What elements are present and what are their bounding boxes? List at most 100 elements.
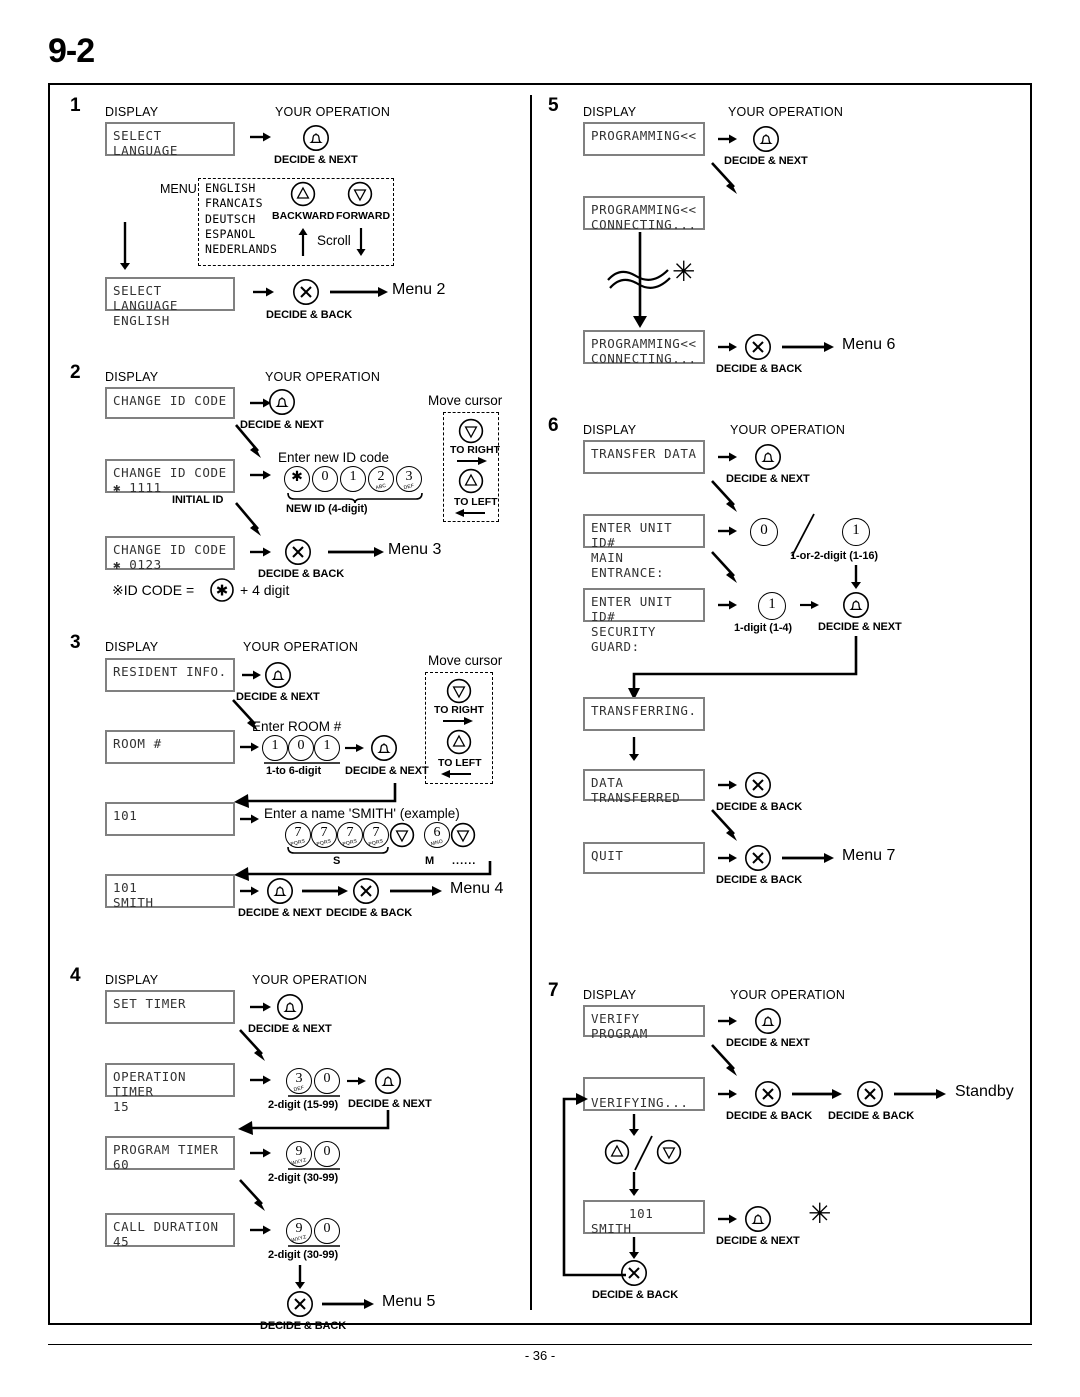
loop-connector-4 <box>628 636 858 700</box>
bell-key-11[interactable] <box>754 1007 782 1035</box>
cursor-left-key-2[interactable] <box>458 468 484 494</box>
verify-down-key[interactable] <box>656 1139 682 1165</box>
prog-timer-brace-label: 2-digit (30-99) <box>268 1172 339 1184</box>
bell-key-1[interactable] <box>302 124 330 152</box>
key-3[interactable]: 3 DEF <box>396 466 422 492</box>
name-key-6[interactable]: 6 MNO <box>424 822 450 848</box>
back-key-5[interactable] <box>744 333 772 361</box>
step-7-number: 7 <box>548 980 559 1001</box>
step-2-move-cursor-label: Move cursor <box>428 393 503 408</box>
call-dur-brace-label: 2-digit (30-99) <box>268 1249 339 1261</box>
arrow-to-standby-icon <box>894 1089 946 1099</box>
guard-key-1[interactable]: 1 <box>758 592 786 620</box>
name-key-7c[interactable]: 7 PQRS <box>337 822 363 848</box>
step-4-operation-header: YOUR OPERATION <box>252 973 368 987</box>
key-asterisk[interactable]: ✱ <box>284 466 310 492</box>
backward-key[interactable] <box>290 181 316 207</box>
key-2[interactable]: 2 ABC <box>368 466 394 492</box>
back-key-9[interactable] <box>856 1080 884 1108</box>
lcd-room-101: 101 <box>105 802 235 836</box>
step-2-number: 2 <box>70 362 81 383</box>
arrow-right-icon <box>718 1089 737 1099</box>
lcd-call-duration: CALL DURATION 45 <box>105 1213 235 1249</box>
diagonal-arrow-icon <box>239 1029 265 1061</box>
bell-key-8[interactable] <box>752 125 780 153</box>
step-1-next-menu: Menu 2 <box>392 281 446 298</box>
arrow-right-icon <box>718 853 737 863</box>
bell-key-4[interactable] <box>370 734 398 762</box>
x-circle-icon <box>285 539 311 565</box>
unit-key-1[interactable]: 1 <box>842 518 870 546</box>
name-key-7d[interactable]: 7 PQRS <box>363 822 389 848</box>
bell-key-10[interactable] <box>842 591 870 619</box>
triangle-down-icon <box>656 1139 682 1165</box>
prog-timer-key-9[interactable]: 9 WXYZ <box>286 1141 312 1167</box>
unit-id-digit-label: 1-or-2-digit (1-16) <box>790 550 878 562</box>
bell-key-7[interactable] <box>374 1067 402 1095</box>
back-key-1[interactable] <box>292 278 320 306</box>
step-2-operation-header: YOUR OPERATION <box>265 370 381 384</box>
menu-option-english[interactable]: ENGLISH <box>205 181 277 196</box>
x-circle-icon <box>293 279 319 305</box>
lcd-data-transferred: DATA TRANSFERRED <box>583 769 705 805</box>
arrow-right-icon <box>718 526 737 536</box>
name-key-7b[interactable]: 7 PQRS <box>311 822 337 848</box>
cursor-right-key-2[interactable] <box>458 418 484 444</box>
menu-option-espanol[interactable]: ESPANOL <box>205 227 277 242</box>
step-5-next-menu: Menu 6 <box>842 336 896 353</box>
section-number: 9-2 <box>48 32 95 70</box>
room-key-0[interactable]: 0 <box>288 735 314 761</box>
cursor-left-key-3[interactable] <box>446 729 472 755</box>
step-7-decide-back-label-2: DECIDE & BACK <box>828 1110 915 1122</box>
enter-room-label: Enter ROOM # <box>252 719 342 734</box>
name-key-7a[interactable]: 7 PQRS <box>285 822 311 848</box>
name-key-down-1[interactable] <box>389 822 415 848</box>
arrow-right-icon <box>792 1089 842 1099</box>
bell-key-2[interactable] <box>268 388 296 416</box>
bell-key-3[interactable] <box>264 661 292 689</box>
op-timer-key-3[interactable]: 3 DEF <box>286 1068 312 1094</box>
back-key-2[interactable] <box>284 538 312 566</box>
step-1-display-header: DISPLAY <box>105 105 159 119</box>
prog-timer-key-0[interactable]: 0 <box>314 1141 340 1167</box>
step-5-decide-back-label: DECIDE & BACK <box>716 363 803 375</box>
step-1-decide-back-label: DECIDE & BACK <box>266 309 353 321</box>
new-id-brace-label: NEW ID (4-digit) <box>286 503 368 515</box>
back-key-7[interactable] <box>744 844 772 872</box>
call-dur-key-9[interactable]: 9 WXYZ <box>286 1218 312 1244</box>
bell-key-5[interactable] <box>266 877 294 905</box>
back-key-6[interactable] <box>744 771 772 799</box>
unit-key-0[interactable]: 0 <box>750 518 778 546</box>
bell-key-12[interactable] <box>744 1205 772 1233</box>
arrow-right-icon <box>718 134 737 144</box>
lcd-change-id-code-2: CHANGE ID CODE ✱ 1111 <box>105 459 235 495</box>
menu-option-francais[interactable]: FRANCAIS <box>205 196 277 211</box>
key-1[interactable]: 1 <box>340 466 366 492</box>
menu-option-nederlands[interactable]: NEDERLANDS <box>205 242 277 257</box>
cursor-right-key-3[interactable] <box>446 678 472 704</box>
op-timer-key-0[interactable]: 0 <box>314 1068 340 1094</box>
room-key-1[interactable]: 1 <box>262 735 288 761</box>
step-7-asterisk-note: ✳ <box>808 1198 832 1229</box>
standby-label: Standby <box>955 1083 1014 1100</box>
bell-icon <box>277 994 303 1020</box>
back-key-3[interactable] <box>352 877 380 905</box>
back-key-4[interactable] <box>286 1290 314 1318</box>
lcd-resident-info: RESIDENT INFO. <box>105 658 235 692</box>
forward-key[interactable] <box>347 181 373 207</box>
step-3-next-menu: Menu 4 <box>450 880 504 897</box>
bell-icon <box>745 1206 771 1232</box>
bell-key-9[interactable] <box>754 443 782 471</box>
arrow-right-icon <box>240 814 259 824</box>
brace-new-id-icon <box>287 492 423 504</box>
back-key-8[interactable] <box>754 1080 782 1108</box>
step-3-operation-header: YOUR OPERATION <box>243 640 359 654</box>
menu-option-deutsch[interactable]: DEUTSCH <box>205 212 277 227</box>
room-key-1b[interactable]: 1 <box>314 735 340 761</box>
key-0[interactable]: 0 <box>312 466 338 492</box>
name-key-down-2[interactable] <box>450 822 476 848</box>
guard-digit-label: 1-digit (1-4) <box>734 622 792 634</box>
call-dur-key-0[interactable]: 0 <box>314 1218 340 1244</box>
step-1-decide-next-label: DECIDE & NEXT <box>274 154 358 166</box>
bell-key-6[interactable] <box>276 993 304 1021</box>
